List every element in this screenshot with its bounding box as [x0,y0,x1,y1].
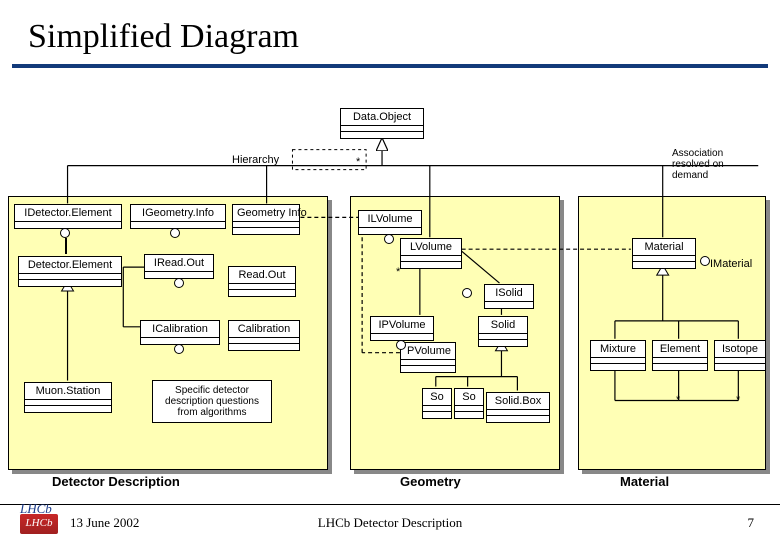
lollipop-icalibration [174,344,184,354]
footer-date: 13 June 2002 [70,515,139,531]
class-solid: Solid [478,316,528,347]
package-label-material: Material [620,474,669,489]
footer: LHCb 13 June 2002 LHCb Detector Descript… [0,504,780,540]
label-star-element: * [676,394,680,406]
package-label-geometry: Geometry [400,474,461,489]
class-ireadout: IRead.Out [144,254,214,279]
class-idetectorelement: IDetector.Element [14,204,122,229]
lollipop-ilvolume [384,234,394,244]
class-lvolume: LVolume [400,238,462,269]
class-igeometryinfo: IGeometry.Info [130,204,226,229]
class-so2: So [454,388,484,419]
label-star-isotope: * [736,394,740,406]
note-specific: Specific detector description questions … [152,380,272,423]
class-geometryinfo: Geometry Info [232,204,300,235]
label-assoc-note: Association resolved on demand [672,148,762,181]
label-star-lvolume: * [396,266,400,278]
class-imaterial: IMaterial [710,258,752,270]
footer-page: 7 [748,515,755,531]
class-muonstation: Muon.Station [24,382,112,413]
class-ilvolume: ILVolume [358,210,422,235]
class-material: Material [632,238,696,269]
label-hierarchy: Hierarchy [232,154,279,166]
class-mixture: Mixture [590,340,646,371]
diagram-canvas: Detector Description Geometry Material D… [0,82,780,500]
class-ipvolume: IPVolume [370,316,434,341]
lollipop-isolid [462,288,472,298]
lollipop-igeometryinfo [170,228,180,238]
class-solidbox: Solid.Box [486,392,550,423]
lollipop-imaterial [700,256,710,266]
lollipop-ipvolume [396,340,406,350]
lollipop-ireadout [174,278,184,288]
class-dataobject: Data.Object [340,108,424,139]
class-pvolume: PVolume [400,342,456,373]
slide-title: Simplified Diagram [0,0,780,64]
class-so1: So [422,388,452,419]
class-isolid: ISolid [484,284,534,309]
lollipop-idetectorelement [60,228,70,238]
class-readout: Read.Out [228,266,296,297]
footer-center: LHCb Detector Description [318,515,462,531]
class-icalibration: ICalibration [140,320,220,345]
class-element: Element [652,340,708,371]
label-star-hierarchy: * [356,156,360,168]
package-label-detdesc: Detector Description [52,474,180,489]
class-detectorelement: Detector.Element [18,256,122,287]
logo-lhcb: LHCb [20,514,58,534]
class-calibration: Calibration [228,320,300,351]
title-underline [12,64,768,68]
class-isotope: Isotope [714,340,766,371]
